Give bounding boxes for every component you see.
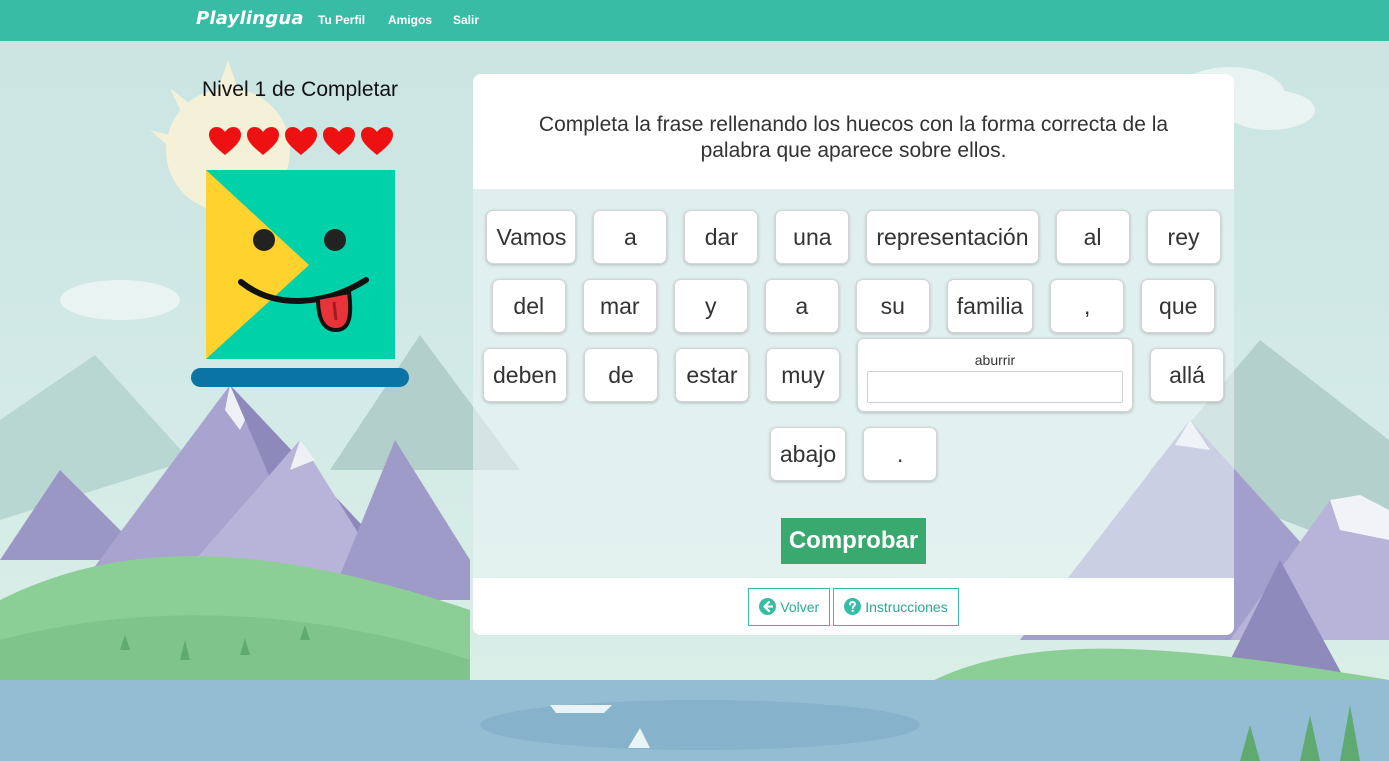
playlingua-logo[interactable]: Playlingua	[196, 8, 304, 29]
top-navbar: Playlingua Tu Perfil Amigos Salir	[0, 0, 1389, 41]
word-tile: a	[764, 279, 839, 333]
exercise-body: Vamos a dar una representación al rey del mar y a s…	[473, 189, 1234, 578]
gap-answer-input[interactable]	[866, 371, 1123, 403]
level-progress-bar	[191, 368, 409, 387]
instructions-button-label: Instrucciones	[865, 598, 948, 615]
word-tile: al	[1055, 210, 1130, 264]
heart-icon	[285, 127, 317, 155]
arrow-circle-left-icon	[759, 598, 777, 615]
heart-icon	[361, 127, 393, 155]
word-tile: deben	[483, 348, 567, 402]
word-tile: que	[1141, 279, 1216, 333]
heart-icon	[209, 127, 241, 155]
word-tile: mar	[582, 279, 657, 333]
word-tile: allá	[1149, 348, 1224, 402]
instructions-button[interactable]: Instrucciones	[833, 587, 959, 626]
word-tile: familia	[946, 279, 1034, 333]
word-tile: ,	[1050, 279, 1125, 333]
heart-icon	[323, 127, 355, 155]
word-tile: representación	[866, 210, 1039, 264]
question-circle-icon	[844, 598, 862, 615]
gap-hint-word: aburrir	[974, 352, 1016, 368]
nav-link-profile[interactable]: Tu Perfil	[318, 13, 365, 27]
lives-hearts	[208, 126, 394, 156]
exercise-card: Completa la frase rellenando los huecos …	[473, 74, 1234, 635]
sentence-words: Vamos a dar una representación al rey del mar y a s…	[481, 210, 1226, 481]
word-tile: a	[593, 210, 668, 264]
word-tile: su	[855, 279, 930, 333]
gap-box: aburrir	[856, 338, 1133, 412]
word-tile: y	[673, 279, 748, 333]
exercise-instruction: Completa la frase rellenando los huecos …	[538, 113, 1169, 162]
word-tile: del	[491, 279, 566, 333]
word-tile: .	[863, 427, 938, 481]
exercise-footer: Volver Instrucciones	[473, 578, 1234, 635]
level-title: Nivel 1 de Completar	[201, 78, 399, 101]
heart-icon	[247, 127, 279, 155]
word-tile: dar	[684, 210, 759, 264]
nav-link-friends[interactable]: Amigos	[388, 13, 432, 27]
back-button-label: Volver	[780, 598, 820, 615]
word-tile: muy	[765, 348, 840, 402]
exercise-header: Completa la frase rellenando los huecos …	[473, 74, 1234, 189]
word-tile: abajo	[769, 427, 847, 481]
back-button[interactable]: Volver	[748, 587, 831, 626]
nav-link-logout[interactable]: Salir	[453, 13, 479, 27]
word-tile: rey	[1146, 210, 1221, 264]
word-tile: estar	[674, 348, 749, 402]
check-button[interactable]: Comprobar	[781, 518, 926, 564]
word-tile: una	[775, 210, 850, 264]
playlingua-mascot-avatar	[206, 170, 395, 359]
word-tile: de	[583, 348, 658, 402]
word-tile: Vamos	[486, 210, 577, 264]
